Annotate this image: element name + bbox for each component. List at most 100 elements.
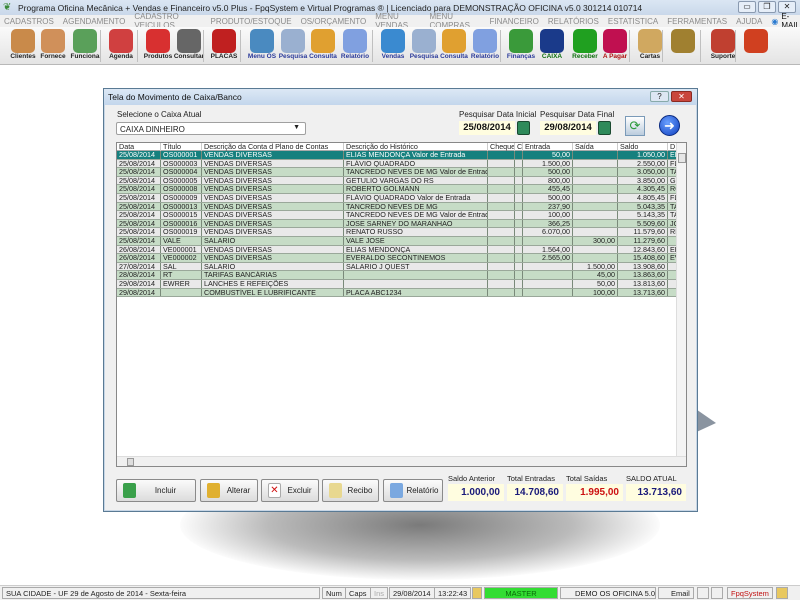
- column-header[interactable]: C: [515, 143, 523, 151]
- menu-financeiro[interactable]: FINANCEIRO: [490, 17, 539, 26]
- relatorio-button[interactable]: Relatório: [383, 479, 443, 502]
- column-header[interactable]: Saída: [573, 143, 618, 151]
- menu-os-orcamento[interactable]: OS/ORÇAMENTO: [301, 17, 367, 26]
- column-header[interactable]: Cheque: [488, 143, 515, 151]
- table-cell: [515, 176, 523, 185]
- table-row[interactable]: 26/08/2014 VE000001 VENDAS DIVERSAS ELIAS M…: [117, 245, 678, 255]
- table-cell: VE000002: [161, 254, 202, 262]
- table-cell: 1.564,00: [523, 245, 573, 254]
- column-header[interactable]: Saldo: [618, 143, 668, 151]
- table-cell: VENDAS DIVERSAS: [202, 168, 344, 176]
- menu-ferramentas[interactable]: FERRAMENTAS: [667, 17, 727, 26]
- toolbar-button-exit[interactable]: [740, 28, 772, 64]
- table-row[interactable]: 28/08/2014 RT TARIFAS BANCÁRIAS 45,00 13.863…: [117, 271, 678, 280]
- table-cell: [515, 280, 523, 288]
- menu-cadastros[interactable]: CADASTROS: [4, 17, 54, 26]
- table-cell: [573, 245, 618, 254]
- table-cell: VENDAS DIVERSAS: [202, 202, 344, 211]
- menu-produto-estoque[interactable]: PRODUTO/ESTOQUE: [211, 17, 292, 26]
- table-cell: 11.579,60: [618, 228, 668, 236]
- excluir-button[interactable]: ✕ Excluir: [261, 479, 319, 502]
- table-row[interactable]: 25/08/2014 OS000013 VENDAS DIVERSAS TANCRED…: [117, 202, 678, 212]
- minimize-button[interactable]: ▭: [738, 1, 756, 13]
- table-cell: [573, 185, 618, 193]
- table-cell: OS000015: [161, 211, 202, 219]
- table-cell: 25/08/2014: [117, 194, 161, 202]
- help-button[interactable]: ?: [650, 91, 669, 102]
- table-row[interactable]: 29/08/2014 EWRER LANCHES E REFEIÇÕES 50,00 1…: [117, 280, 678, 289]
- table-cell: RT: [161, 271, 202, 279]
- toolbar-separator: [662, 30, 663, 62]
- column-header[interactable]: Entrada: [523, 143, 573, 151]
- saldo-atual-label: SALDO ATUAL: [626, 474, 677, 483]
- table-row[interactable]: 25/08/2014 OS000008 VENDAS DIVERSAS ROBERTO…: [117, 185, 678, 194]
- table-row[interactable]: 25/08/2014 VALE SALARIO VALE JOSE 300,00 11.2…: [117, 237, 678, 246]
- table-cell: 237,90: [523, 202, 573, 211]
- caixa-select[interactable]: CAIXA DINHEIRO ▼: [116, 122, 306, 135]
- status-caps: Caps: [345, 587, 371, 599]
- alterar-button[interactable]: Alterar: [200, 479, 258, 502]
- recibo-button[interactable]: Recibo: [322, 479, 379, 502]
- table-cell: [344, 271, 488, 279]
- table-row[interactable]: 25/08/2014 OS000001 VENDAS DIVERSAS ELIAS M…: [117, 151, 678, 160]
- refresh-icon[interactable]: ⟳: [625, 116, 645, 136]
- date-end-label: Pesquisar Data Final: [540, 110, 615, 119]
- table-cell: VENDAS DIVERSAS: [202, 151, 344, 159]
- table-row[interactable]: 29/08/2014 COMBUSTÍVEL E LUBRIFICANTE PLAC…: [117, 288, 678, 298]
- table-row[interactable]: 25/08/2014 OS000019 VENDAS DIVERSAS RENATO …: [117, 228, 678, 237]
- column-header[interactable]: Título: [161, 143, 202, 151]
- table-cell: [515, 202, 523, 211]
- menu-estatistica[interactable]: ESTATISTICA: [608, 17, 658, 26]
- status-num: Num: [322, 587, 346, 599]
- scroll-thumb[interactable]: [127, 458, 134, 466]
- toolbar-button-relat-rio[interactable]: Relatório: [339, 28, 371, 64]
- table-cell: JOSE SARNEY DO MARANHAO: [344, 219, 488, 228]
- date-end-input[interactable]: 29/08/2014: [540, 121, 596, 135]
- status-email[interactable]: Email: [658, 587, 694, 599]
- search-doc-icon: [281, 29, 305, 53]
- table-row[interactable]: 25/08/2014 OS000015 VENDAS DIVERSAS TANCRED…: [117, 211, 678, 220]
- horizontal-scrollbar[interactable]: [117, 456, 686, 466]
- toolbar-button-placas[interactable]: PLACAS: [208, 28, 240, 64]
- scroll-thumb[interactable]: [678, 153, 686, 163]
- table-row[interactable]: 25/08/2014 OS000003 VENDAS DIVERSAS FLÁVIO …: [117, 159, 678, 169]
- toolbar-button-funciona[interactable]: Funciona: [69, 28, 101, 64]
- toolbar-button-a-pagar[interactable]: A Pagar: [599, 28, 631, 64]
- table-row[interactable]: 27/08/2014 SAL SALARIO SALARIO J QUEST 1.500…: [117, 262, 678, 272]
- table-cell: [515, 228, 523, 236]
- incluir-button[interactable]: Incluir: [116, 479, 196, 502]
- table-cell: [515, 219, 523, 228]
- column-header[interactable]: Data: [117, 143, 161, 151]
- table-row[interactable]: 25/08/2014 OS000009 VENDAS DIVERSAS FLÁVIO …: [117, 194, 678, 203]
- table-cell: [488, 151, 515, 159]
- toolbar-button-agenda[interactable]: Agenda: [105, 28, 137, 64]
- calendar-end-icon[interactable]: [598, 121, 611, 135]
- toolbar-button-coins[interactable]: [667, 28, 699, 64]
- table-row[interactable]: 26/08/2014 VE000002 VENDAS DIVERSAS EVERALD…: [117, 254, 678, 263]
- calendar-start-icon[interactable]: [517, 121, 530, 135]
- table-cell: [488, 254, 515, 262]
- table-row[interactable]: 25/08/2014 OS000005 VENDAS DIVERSAS GETULIO…: [117, 176, 678, 186]
- menu-relatorios[interactable]: RELATÓRIOS: [548, 17, 599, 26]
- date-start-input[interactable]: 25/08/2014: [459, 121, 515, 135]
- menu-ajuda[interactable]: AJUDA: [736, 17, 762, 26]
- total-entradas-label: Total Entradas: [507, 474, 555, 483]
- menu-agendamento[interactable]: AGENDAMENTO: [63, 17, 126, 26]
- table-cell: [488, 185, 515, 193]
- printer-icon[interactable]: [697, 587, 709, 599]
- pay-money-icon: [603, 29, 627, 53]
- table-cell: EVERALDO SECONTINEMOS: [344, 254, 488, 262]
- table-row[interactable]: 25/08/2014 OS000004 VENDAS DIVERSAS TANCRED…: [117, 168, 678, 177]
- email-icon: ◉: [771, 16, 779, 26]
- toolbar-separator: [372, 30, 373, 62]
- toolbar-button-consultar[interactable]: Consultar: [173, 28, 205, 64]
- column-header[interactable]: Descrição do Histórico: [344, 143, 488, 151]
- table-row[interactable]: 25/08/2014 OS000016 VENDAS DIVERSAS JOSE SA…: [117, 219, 678, 229]
- toolbar-button-relat-rio[interactable]: Relatório: [469, 28, 501, 64]
- column-header[interactable]: Descrição da Conta d Plano de Contas: [202, 143, 344, 151]
- table-cell: 29/08/2014: [117, 280, 161, 288]
- vertical-scrollbar[interactable]: [676, 143, 686, 457]
- table-cell: OS000003: [161, 159, 202, 168]
- arrow-right-icon[interactable]: ➜: [659, 115, 680, 136]
- close-dialog-button[interactable]: ✕: [671, 91, 692, 102]
